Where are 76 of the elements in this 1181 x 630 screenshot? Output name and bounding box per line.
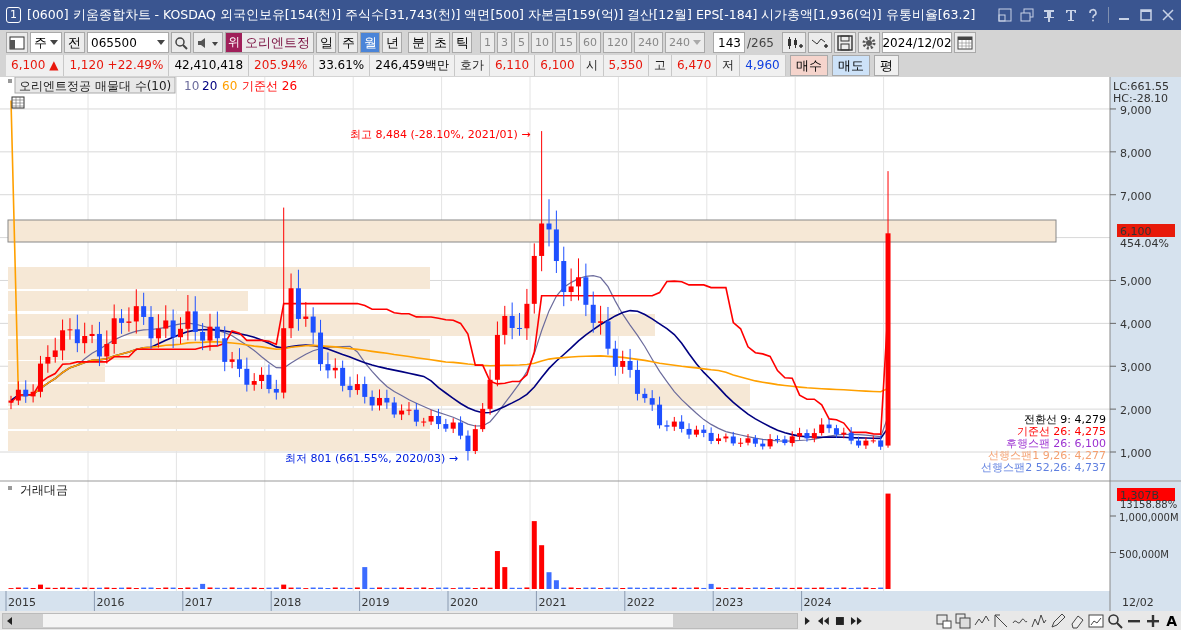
market-dropdown[interactable]: 주	[30, 32, 62, 53]
quote-value: 1,120 +22.49%	[64, 55, 170, 76]
quote-label: 저	[717, 55, 741, 76]
prev-button[interactable]: 전	[64, 32, 85, 53]
warning-badge: 위	[226, 33, 242, 52]
quote-value: 6,100 ▲	[6, 55, 65, 76]
year-label: 2020	[450, 596, 478, 609]
low-price-note: 최저 801 (661.55%, 2020/03) →	[285, 452, 458, 465]
quote-label: 고	[648, 55, 672, 76]
year-label: 2015	[8, 596, 36, 609]
indicator-legend: 전환선 9: 4,279	[1023, 413, 1106, 426]
quote-label: 호가	[454, 55, 490, 76]
period-tab[interactable]: 월	[360, 32, 380, 53]
lc-label: LC:661.55	[1113, 80, 1169, 93]
price-axis-label: 7,000	[1120, 189, 1152, 203]
price-axis-label: 9,000	[1120, 103, 1152, 117]
year-label: 2019	[361, 596, 390, 609]
volume-axis-label: 1,000,000M	[1119, 512, 1179, 523]
quote-value: 42,410,418	[169, 55, 250, 76]
window-number-badge: 1	[6, 7, 21, 23]
period-tab[interactable]: 분	[408, 32, 428, 53]
period-tab[interactable]: 일	[316, 32, 336, 53]
order-button[interactable]: 평	[873, 55, 899, 76]
volume-panel-title: 거래대금	[20, 483, 68, 497]
indicator-legend: 선행스팬2 52,26: 4,737	[981, 461, 1106, 474]
count-field[interactable]: 143	[713, 32, 745, 53]
hc-label: HC:-28.10	[1113, 92, 1169, 105]
quote-label: 시	[580, 55, 604, 76]
price-axis-label: 5,000	[1120, 275, 1152, 289]
price-axis-label: 8,000	[1120, 146, 1152, 160]
period-tab[interactable]: 년	[382, 32, 402, 53]
window-title: [0600] 키움종합차트 - KOSDAQ 외국인보유[154(천)] 주식수[31,743(천)] 액면[500] 자본금[159(억)] 결산[12월] EPS[-184] 시가총액[1,936(억)] 유통비율[63.2]	[27, 6, 977, 24]
date-field[interactable]: 2024/12/02	[881, 32, 952, 53]
year-label: 2023	[715, 596, 744, 609]
year-label: 2021	[538, 596, 567, 609]
high-price-note: 최고 8,484 (-28.10%, 2021/01) →	[350, 128, 531, 141]
quote-value: 205.94%	[249, 55, 314, 76]
period-tab[interactable]: 주	[338, 32, 358, 53]
legend-label: 기준선 26	[242, 79, 298, 93]
period-tab[interactable]: 틱	[452, 32, 472, 53]
indicator-legend: 후행스팬 26: 6,100	[1005, 437, 1106, 450]
current-price-tag: 6,100	[1117, 224, 1175, 238]
quote-value: 6,110	[489, 55, 536, 76]
order-button[interactable]: 매수	[789, 55, 828, 76]
indicator-legend: 기준선 26: 4,275	[1016, 425, 1106, 438]
quote-value: 4,960	[740, 55, 786, 76]
year-label: 2024	[803, 596, 832, 609]
quote-value: 6,100	[535, 55, 581, 76]
volume-axis-label: 500,000M	[1119, 548, 1169, 560]
stock-name: 오리엔트정	[244, 33, 311, 52]
year-label: 2018	[273, 596, 302, 609]
period-tab[interactable]: 초	[430, 32, 450, 53]
price-axis-label: 3,000	[1120, 361, 1152, 375]
price-axis-label: 1,000	[1120, 447, 1152, 460]
year-label: 2016	[96, 596, 125, 609]
panel-title: 오리엔트정공 매물대 수(10)	[14, 77, 176, 94]
quote-value: 6,470	[671, 55, 718, 76]
year-label: 2022	[626, 596, 655, 609]
quote-value: 33.61%	[313, 55, 371, 76]
year-label: 2017	[184, 596, 213, 609]
price-axis-label: 2,000	[1120, 404, 1152, 418]
order-button[interactable]: 매도	[831, 55, 870, 76]
legend-label: 60	[222, 79, 238, 93]
quote-value: 246,459백만	[370, 55, 455, 76]
indicator-legend: 선행스팬1 9,26: 4,277	[988, 449, 1106, 462]
quote-value: 5,350	[603, 55, 649, 76]
stock-name-field[interactable]: 위 오리엔트정	[225, 32, 314, 53]
font-button[interactable]: A	[1164, 612, 1179, 629]
count-total: /265	[747, 35, 774, 50]
cursor-date-label: 12/02	[1122, 596, 1154, 609]
legend-label: 10	[184, 79, 200, 93]
legend-label: 20	[202, 79, 218, 93]
stock-code-field[interactable]: 065500	[87, 32, 169, 53]
price-change-percent: 454.04%	[1120, 237, 1169, 250]
volume-change-percent: 13158.88%	[1120, 499, 1178, 510]
price-axis-label: 4,000	[1120, 318, 1152, 332]
